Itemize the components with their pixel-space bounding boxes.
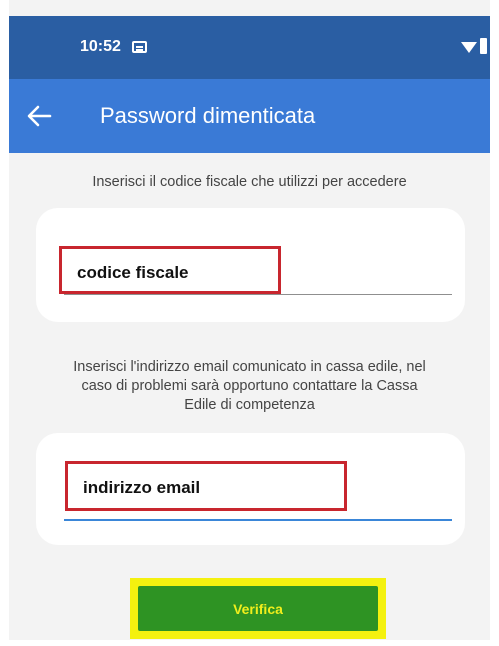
wifi-icon [461, 42, 477, 53]
app-bar: Password dimenticata [9, 79, 490, 153]
fiscal-code-input[interactable]: codice fiscale [59, 246, 281, 294]
right-border [490, 0, 499, 646]
email-input[interactable]: indirizzo email [65, 461, 347, 511]
notification-icon [132, 41, 147, 53]
email-value: indirizzo email [83, 478, 201, 497]
bottom-border [0, 640, 499, 646]
email-instruction: Inserisci l'indirizzo email comunicato i… [9, 358, 490, 415]
phone-screen: 10:52 Password dimenticata Inserisci il … [0, 0, 499, 646]
email-underline [64, 519, 452, 521]
fiscal-code-underline [64, 294, 452, 295]
back-arrow-icon[interactable] [26, 103, 52, 129]
page-title: Password dimenticata [100, 103, 316, 128]
left-border [0, 0, 9, 646]
status-bar: 10:52 [9, 16, 490, 79]
email-instruction-line2: caso di problemi sarà opportuno contatta… [81, 378, 418, 394]
fiscal-code-value: codice fiscale [77, 263, 189, 282]
fiscal-code-instruction: Inserisci il codice fiscale che utilizzi… [92, 174, 407, 190]
email-instruction-line3: Edile di competenza [184, 397, 315, 413]
battery-icon [480, 38, 487, 54]
verify-button[interactable]: Verifica [138, 586, 378, 631]
email-instruction-line1: Inserisci l'indirizzo email comunicato i… [73, 359, 426, 375]
status-time: 10:52 [80, 38, 121, 55]
